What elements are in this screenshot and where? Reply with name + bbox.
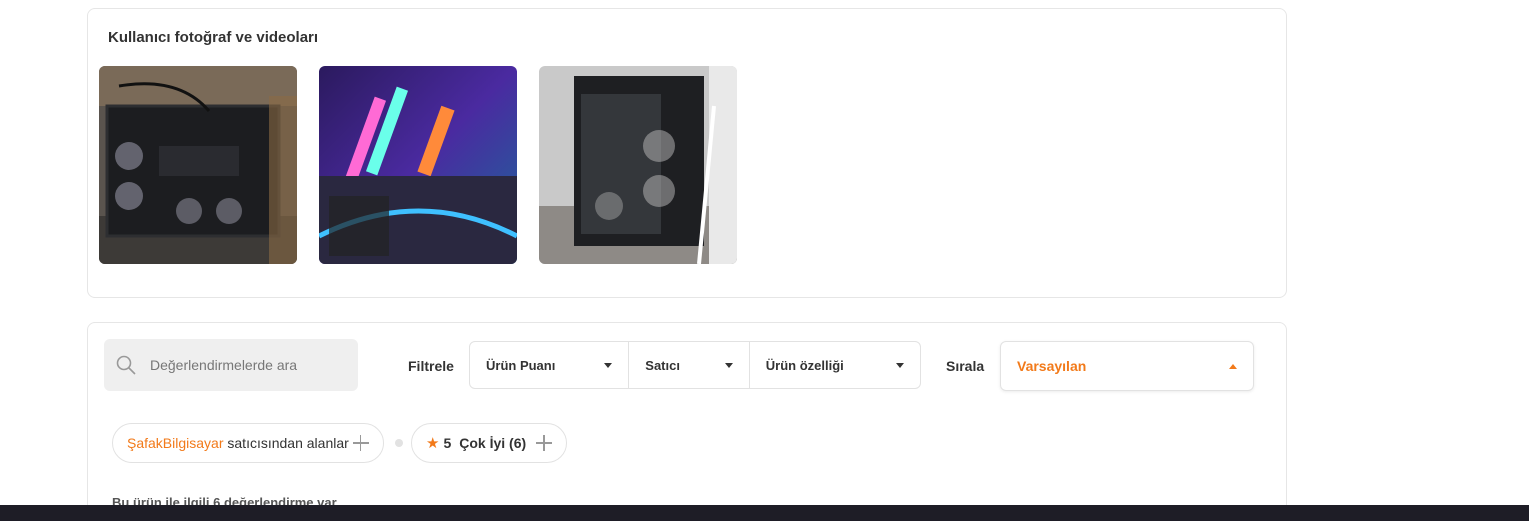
chip-seller-suffix: satıcısından alanlar	[227, 435, 349, 451]
filter-label: Filtrele	[408, 358, 454, 374]
reviews-card: Filtrele Ürün Puanı Satıcı Ürün özelliği…	[87, 322, 1287, 521]
chevron-down-icon	[896, 362, 904, 368]
filter-product-feature-label: Ürün özelliği	[765, 357, 844, 373]
media-thumbnail-2[interactable]	[319, 66, 517, 264]
chevron-up-icon	[1229, 363, 1237, 369]
chevron-down-icon	[604, 362, 613, 368]
page: Kullanıcı fotoğraf ve videoları Değerlen…	[0, 0, 1529, 521]
filter-product-feature[interactable]: Ürün özelliği	[750, 342, 920, 388]
review-search-box[interactable]	[104, 339, 358, 391]
chip-seller-name: ŞafakBilgisayar	[127, 435, 224, 451]
plus-icon[interactable]	[352, 435, 369, 451]
sort-selected-value: Varsayılan	[1017, 358, 1087, 374]
filter-group: Ürün Puanı Satıcı Ürün özelliği	[469, 341, 921, 389]
review-search-input[interactable]	[150, 357, 340, 373]
seller-filter-chip[interactable]: ŞafakBilgisayar satıcısından alanlar	[112, 423, 384, 463]
star-icon: ★	[426, 435, 440, 452]
filter-seller[interactable]: Satıcı	[629, 342, 750, 388]
filter-product-rating[interactable]: Ürün Puanı	[470, 342, 630, 388]
plus-icon[interactable]	[536, 435, 553, 451]
media-section-title: Kullanıcı fotoğraf ve videoları	[108, 29, 319, 46]
filter-seller-label: Satıcı	[645, 357, 680, 373]
search-icon	[116, 355, 136, 375]
taskbar	[0, 505, 1529, 521]
chevron-down-icon	[724, 362, 733, 368]
media-thumbnails	[99, 66, 737, 264]
sort-label: Sırala	[946, 358, 985, 374]
rating-filter-chip[interactable]: ★ 5 Çok İyi (6)	[411, 423, 568, 463]
filter-product-rating-label: Ürün Puanı	[486, 357, 556, 373]
media-thumbnail-3[interactable]	[539, 66, 737, 264]
chip-separator-dot	[395, 439, 403, 447]
chip-rating-number: 5	[443, 435, 452, 451]
sort-select[interactable]: Varsayılan	[1000, 341, 1254, 391]
media-thumbnail-1[interactable]	[99, 66, 297, 264]
user-media-card: Kullanıcı fotoğraf ve videoları	[87, 8, 1287, 298]
chip-rating-text: Çok İyi (6)	[459, 435, 527, 451]
